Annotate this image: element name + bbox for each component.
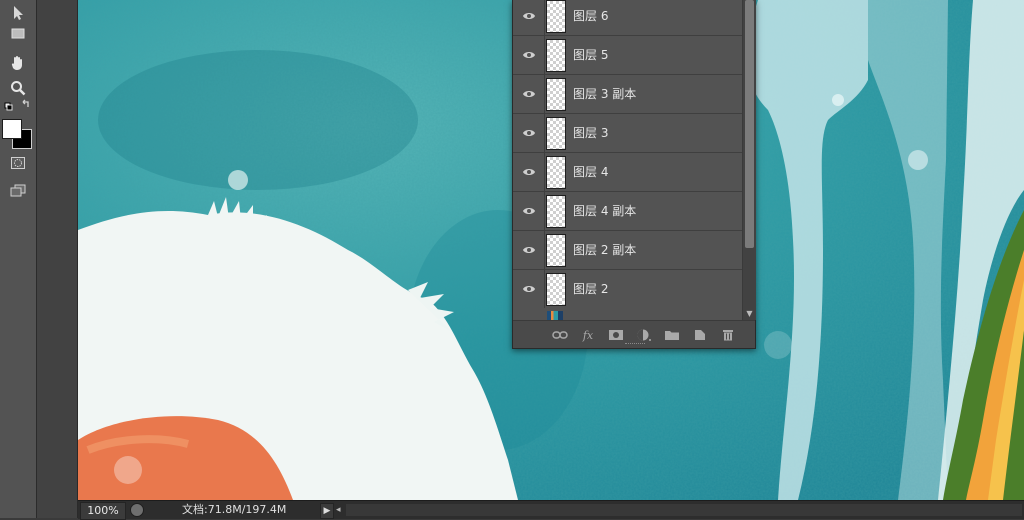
layer-name: 图层 5 xyxy=(573,48,609,62)
document-size-info: 文档:71.8M/197.4M xyxy=(182,503,287,516)
panel-resize-grip[interactable] xyxy=(625,343,645,347)
scroll-down-arrow-icon[interactable]: ▼ xyxy=(744,310,755,318)
layer-thumbnail xyxy=(547,311,563,320)
adjustment-icon[interactable] xyxy=(635,327,653,343)
mask-icon[interactable] xyxy=(607,327,625,343)
status-menu-arrow-icon[interactable]: ▶ xyxy=(320,503,334,519)
visibility-eye-icon[interactable] xyxy=(513,231,545,269)
visibility-eye-icon[interactable] xyxy=(513,270,545,308)
link-icon[interactable] xyxy=(551,327,569,343)
options-strip xyxy=(37,0,78,518)
folder-icon[interactable] xyxy=(663,327,681,343)
layer-row[interactable]: 图层 3 xyxy=(513,114,742,153)
layer-row[interactable]: 图层 2 xyxy=(513,270,742,309)
layer-thumbnail xyxy=(546,0,566,33)
swap-colors-icon[interactable] xyxy=(0,98,36,114)
foreground-color-swatch[interactable] xyxy=(2,119,22,139)
layer-name: 图层 4 副本 xyxy=(573,204,637,218)
layers-panel: 图层 6 图层 5 图层 3 副本 图层 3 图层 4 图层 4 副本 图层 2… xyxy=(512,0,756,349)
layer-thumbnail xyxy=(546,234,566,267)
visibility-eye-icon[interactable] xyxy=(513,0,545,35)
layer-row[interactable]: 图层 2 副本 xyxy=(513,231,742,270)
layer-thumbnail xyxy=(546,117,566,150)
visibility-eye-icon[interactable] xyxy=(513,153,545,191)
tools-panel xyxy=(0,0,37,518)
color-swatch[interactable] xyxy=(2,118,32,150)
layers-footer: fx xyxy=(513,320,755,348)
layer-row[interactable]: 图层 5 xyxy=(513,36,742,75)
layer-row-partial[interactable] xyxy=(513,308,742,320)
fx-icon[interactable]: fx xyxy=(579,327,597,343)
new-layer-icon[interactable] xyxy=(691,327,709,343)
visibility-eye-icon[interactable] xyxy=(513,114,545,152)
zoom-level-field[interactable]: 100% xyxy=(80,502,126,520)
status-info-icon[interactable] xyxy=(130,503,144,517)
layer-name: 图层 3 xyxy=(573,126,609,140)
visibility-eye-icon[interactable] xyxy=(513,36,545,74)
layer-thumbnail xyxy=(546,78,566,111)
layer-thumbnail xyxy=(546,273,566,306)
layers-scrollbar[interactable]: ▼ xyxy=(742,0,756,320)
scroll-left-arrow-icon[interactable]: ◂ xyxy=(336,503,341,517)
layer-thumbnail xyxy=(546,39,566,72)
layer-name: 图层 2 xyxy=(573,282,609,296)
layer-name: 图层 6 xyxy=(573,9,609,23)
layer-name: 图层 3 副本 xyxy=(573,87,637,101)
scroll-thumb[interactable] xyxy=(745,0,754,248)
quick-mask-icon[interactable] xyxy=(0,150,36,176)
marquee-tool-icon[interactable] xyxy=(0,20,36,46)
screen-mode-icon[interactable] xyxy=(0,178,36,204)
layer-name: 图层 4 xyxy=(573,165,609,179)
horizontal-scrollbar[interactable] xyxy=(346,504,1022,516)
layer-row[interactable]: 图层 3 副本 xyxy=(513,75,742,114)
hand-tool-icon[interactable] xyxy=(0,50,36,76)
visibility-eye-icon[interactable] xyxy=(513,192,545,230)
layer-row[interactable]: 图层 4 副本 xyxy=(513,192,742,231)
layer-thumbnail xyxy=(546,195,566,228)
layer-name: 图层 2 副本 xyxy=(573,243,637,257)
trash-icon[interactable] xyxy=(719,327,737,343)
layer-row[interactable]: 图层 4 xyxy=(513,153,742,192)
layer-row[interactable]: 图层 6 xyxy=(513,0,742,36)
layer-thumbnail xyxy=(546,156,566,189)
status-bar: 100% 文档:71.8M/197.4M ▶ ◂ xyxy=(78,500,1024,520)
visibility-eye-icon[interactable] xyxy=(513,75,545,113)
